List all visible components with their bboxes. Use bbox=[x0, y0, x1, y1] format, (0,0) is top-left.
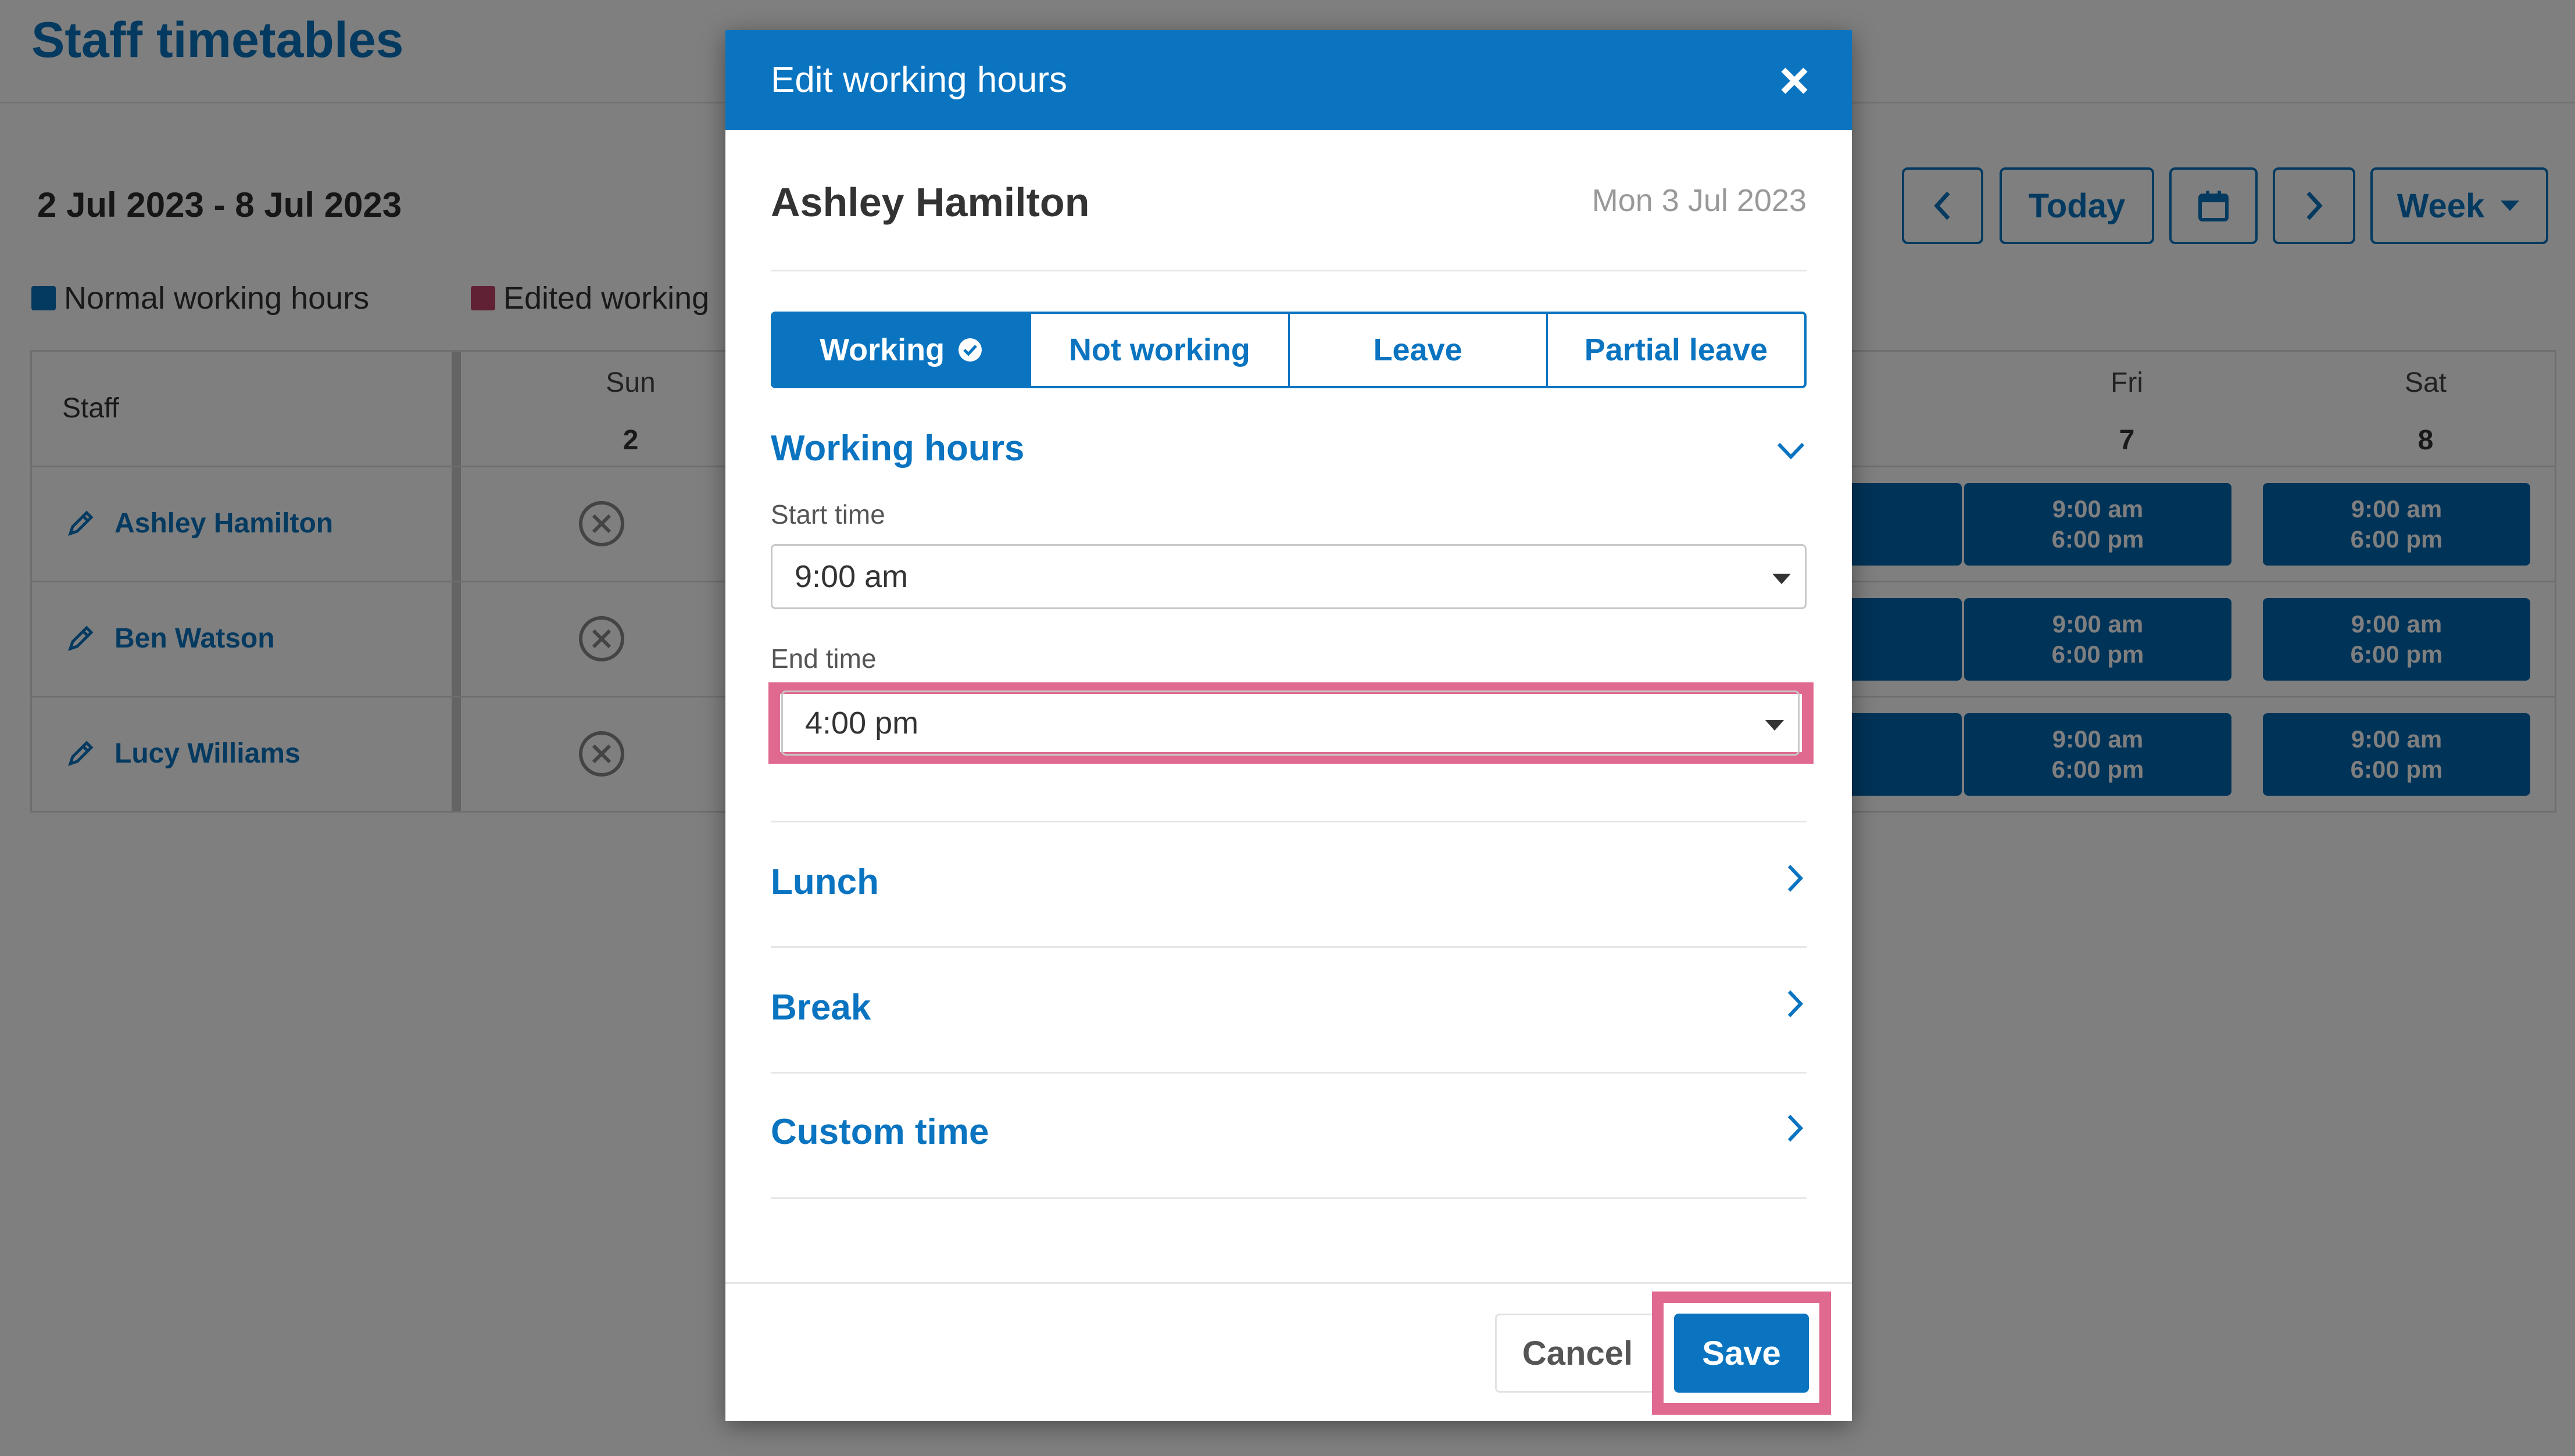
close-icon[interactable] bbox=[1779, 65, 1810, 96]
status-segmented-control: Working Not working Leave Partial leave bbox=[771, 312, 1807, 388]
segment-partial-leave[interactable]: Partial leave bbox=[1546, 314, 1804, 386]
break-section[interactable]: Break bbox=[771, 987, 871, 1028]
divider bbox=[771, 1072, 1807, 1074]
caret-down-icon bbox=[1765, 720, 1784, 731]
end-time-value: 4:00 pm bbox=[805, 706, 919, 740]
segment-leave[interactable]: Leave bbox=[1288, 314, 1546, 386]
edit-working-hours-dialog: Edit working hours Ashley Hamilton Mon 3… bbox=[725, 30, 1852, 1421]
divider bbox=[771, 270, 1807, 271]
chevron-right-icon[interactable] bbox=[1783, 863, 1807, 894]
start-time-label: Start time bbox=[771, 499, 885, 530]
chevron-down-icon[interactable] bbox=[1775, 439, 1807, 463]
staff-name: Ashley Hamilton bbox=[771, 180, 1090, 225]
caret-down-icon bbox=[1772, 574, 1791, 584]
divider bbox=[771, 1197, 1807, 1199]
divider bbox=[771, 821, 1807, 822]
end-time-label: End time bbox=[771, 643, 877, 674]
segment-working[interactable]: Working bbox=[773, 314, 1030, 386]
check-circle-icon bbox=[959, 338, 982, 362]
dialog-header: Edit working hours bbox=[725, 30, 1852, 130]
segment-not-working[interactable]: Not working bbox=[1029, 314, 1288, 386]
end-time-select[interactable]: 4:00 pm bbox=[781, 691, 1800, 756]
working-hours-heading[interactable]: Working hours bbox=[771, 428, 1024, 469]
chevron-right-icon[interactable] bbox=[1783, 988, 1807, 1019]
start-time-value: 9:00 am bbox=[795, 559, 909, 594]
footer-divider bbox=[725, 1282, 1852, 1284]
cancel-button[interactable]: Cancel bbox=[1495, 1314, 1660, 1393]
start-time-select[interactable]: 9:00 am bbox=[771, 544, 1807, 609]
lunch-section[interactable]: Lunch bbox=[771, 861, 879, 903]
chevron-right-icon[interactable] bbox=[1783, 1112, 1807, 1144]
segment-label: Working bbox=[820, 332, 945, 367]
custom-time-section[interactable]: Custom time bbox=[771, 1111, 989, 1153]
dialog-title: Edit working hours bbox=[771, 60, 1068, 100]
save-button[interactable]: Save bbox=[1674, 1314, 1809, 1393]
divider bbox=[771, 946, 1807, 948]
selected-date: Mon 3 Jul 2023 bbox=[1592, 183, 1807, 218]
